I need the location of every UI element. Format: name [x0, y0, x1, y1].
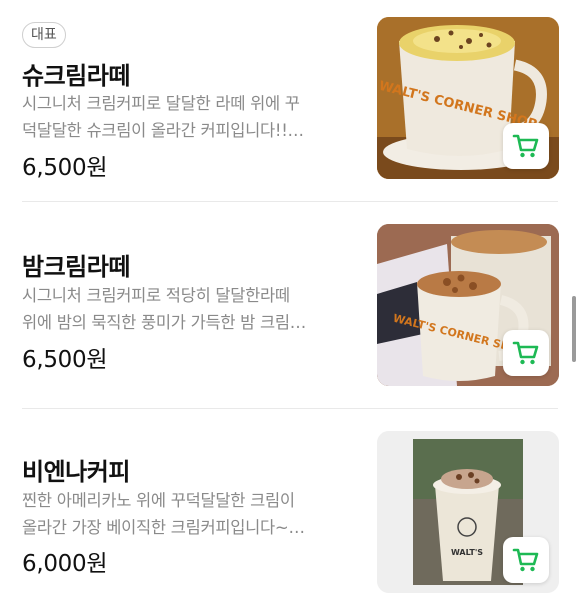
add-to-cart-button[interactable] — [503, 330, 549, 376]
menu-description-line: 위에 밤의 묵직한 풍미가 가득한 밤 크림… — [22, 313, 306, 332]
menu-description: 시그니처 크림커피로 적당히 달달한라떼 위에 밤의 묵직한 풍미가 가득한 밤… — [22, 282, 352, 336]
signature-badge: 대표 — [22, 22, 66, 48]
add-to-cart-button[interactable] — [503, 123, 549, 169]
menu-photo[interactable]: WALT'S CORNER SHOP — [377, 17, 559, 179]
menu-price: 6,000원 — [22, 551, 108, 577]
menu-description-line: 시그니처 크림커피로 적당히 달달한라떼 — [22, 286, 290, 305]
scrollbar[interactable] — [572, 296, 576, 362]
menu-item-chestnut-cream-latte[interactable]: 밤크림라떼 시그니처 크림커피로 적당히 달달한라떼 위에 밤의 묵직한 풍미가… — [22, 202, 560, 408]
shopping-cart-icon — [512, 548, 539, 572]
menu-item-vienna-coffee[interactable]: 비엔나커피 찐한 아메리카노 위에 꾸덕달달한 크림이 올라간 가장 베이직한 … — [22, 409, 560, 611]
menu-description-line: 덕달달한 슈크림이 올라간 커피입니다!!… — [22, 121, 304, 140]
menu-description-line: 올라간 가장 베이직한 크림커피입니다~… — [22, 518, 305, 537]
add-to-cart-button[interactable] — [503, 537, 549, 583]
menu-price: 6,500원 — [22, 347, 108, 373]
menu-description: 찐한 아메리카노 위에 꾸덕달달한 크림이 올라간 가장 베이직한 크림커피입니… — [22, 487, 352, 541]
menu-list: 대표 슈크림라떼 시그니처 크림커피로 달달한 라떼 위에 꾸 덕달달한 슈크림… — [0, 0, 580, 611]
menu-price: 6,500원 — [22, 155, 108, 181]
menu-item-choux-cream-latte[interactable]: 대표 슈크림라떼 시그니처 크림커피로 달달한 라떼 위에 꾸 덕달달한 슈크림… — [22, 0, 560, 201]
menu-description: 시그니처 크림커피로 달달한 라떼 위에 꾸 덕달달한 슈크림이 올라간 커피입… — [22, 90, 352, 144]
shopping-cart-icon — [512, 341, 539, 365]
menu-name: 비엔나커피 — [22, 458, 130, 486]
shopping-cart-icon — [512, 134, 539, 158]
cup-logo-text: WALT'S — [451, 548, 483, 557]
menu-photo[interactable]: WALT'S CORNER SHOP — [377, 224, 559, 386]
menu-name: 밤크림라떼 — [22, 253, 130, 281]
menu-description-line: 시그니처 크림커피로 달달한 라떼 위에 꾸 — [22, 94, 300, 113]
menu-name: 슈크림라떼 — [22, 62, 130, 90]
menu-description-line: 찐한 아메리카노 위에 꾸덕달달한 크림이 — [22, 491, 295, 510]
menu-photo[interactable]: WALT'S — [377, 431, 559, 593]
